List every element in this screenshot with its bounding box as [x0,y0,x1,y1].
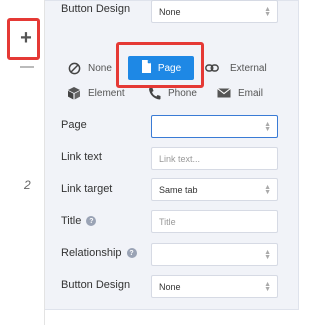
link-type-element-label: Element [88,87,125,99]
relationship-select[interactable]: ▲ ▼ [151,243,278,266]
title-label-wrap: Title ? [61,215,151,227]
link-type-email[interactable]: Email [216,83,263,103]
title-placeholder: Title [159,216,176,227]
link-icon [204,60,220,76]
button-design-select[interactable]: None ▲ ▼ [151,275,278,298]
link-type-page[interactable]: Page [128,56,194,80]
link-type-phone-label: Phone [168,87,197,99]
link-type-none[interactable]: None [66,58,112,78]
page-select[interactable]: ▲ ▼ [151,115,278,138]
button-design-top-value: None [159,6,181,17]
link-type-page-label: Page [157,62,182,74]
link-type-external[interactable]: External [204,58,267,78]
button-design-value: None [159,281,181,292]
link-target-value: Same tab [159,184,198,195]
link-text-placeholder: Link text... [159,153,201,164]
none-icon [66,60,82,76]
select-caret-icon: ▲ ▼ [264,184,271,196]
help-icon[interactable]: ? [86,216,97,226]
button-design-top-row: Button Design [61,3,151,15]
relationship-label-wrap: Relationship ? [61,247,151,259]
help-icon[interactable]: ? [126,248,137,258]
button-design-label: Button Design [61,279,131,291]
title-row: Title ? [61,215,151,227]
select-caret-icon: ▲ ▼ [264,6,271,18]
page-label: Page [61,119,87,131]
title-input[interactable]: Title [151,210,278,233]
select-caret-icon: ▲ ▼ [264,249,271,261]
add-row-button[interactable]: + [12,24,40,52]
button-design-top-select[interactable]: None ▲ ▼ [151,0,278,23]
cube-icon [66,85,82,101]
link-type-element[interactable]: Element [66,83,125,103]
link-target-row: Link target [61,183,151,195]
link-type-phone[interactable]: Phone [146,83,197,103]
title-label: Title [61,215,82,227]
link-type-external-label: External [230,62,267,74]
link-target-select[interactable]: Same tab ▲ ▼ [151,178,278,201]
link-text-label: Link text [61,151,102,163]
drag-handle-icon[interactable] [20,66,34,68]
link-target-label: Link target [61,183,113,195]
page-row: Page [61,119,151,131]
row-number: 2 [24,178,31,192]
relationship-row: Relationship ? [61,247,151,259]
button-design-row: Button Design [61,279,151,291]
button-design-top-label: Button Design [61,3,131,15]
link-type-none-label: None [88,62,112,74]
relationship-label: Relationship [61,247,122,259]
select-caret-icon: ▲ ▼ [264,281,271,293]
page-icon [141,60,152,76]
phone-icon [146,85,162,101]
link-text-row: Link text [61,151,151,163]
envelope-icon [216,85,232,101]
link-type-email-label: Email [238,87,264,99]
select-caret-icon: ▲ ▼ [264,121,271,133]
link-text-input[interactable]: Link text... [151,147,278,170]
